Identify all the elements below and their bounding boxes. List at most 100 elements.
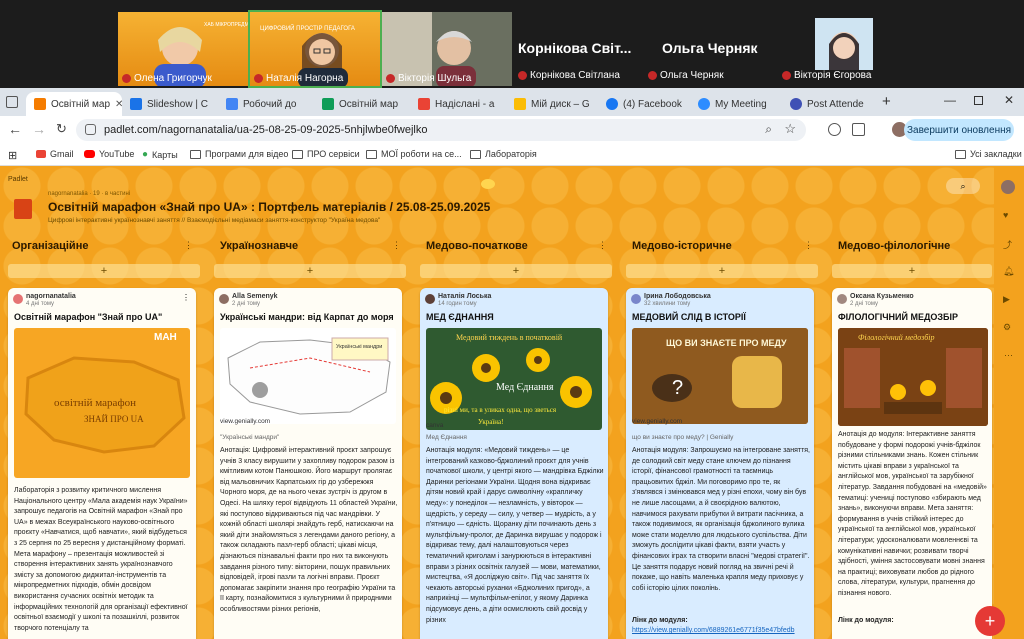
- video-conference-strip: ХАБ МІКРОПРЕДМЕТНОГО Олена Григорчук ЦИФ…: [0, 0, 1024, 88]
- post-card[interactable]: Наталія Лоська 14 годин тому МЕД ЄДНАННЯ…: [420, 288, 608, 639]
- bookmark-folder-services[interactable]: ПРО сервіси: [292, 149, 360, 159]
- avatar: [13, 294, 23, 304]
- play-favicon-icon: [130, 98, 142, 110]
- post-card[interactable]: Оксана Кузьменко 2 дні тому ФІЛОЛОГІЧНИЙ…: [832, 288, 992, 639]
- post-link[interactable]: view.genially.com: [220, 418, 270, 425]
- site-info-icon[interactable]: [85, 124, 96, 135]
- tab-search-icon[interactable]: [6, 96, 18, 108]
- post-image[interactable]: Медовий тиждень в початковій Мед Єднання…: [426, 328, 602, 430]
- close-icon[interactable]: ✕: [115, 99, 122, 110]
- new-tab-button[interactable]: +: [882, 93, 891, 110]
- heart-icon[interactable]: ♥: [1003, 210, 1008, 220]
- post-body: Анотація модуля: Запрошуємо на інтегрова…: [632, 447, 811, 592]
- minimize-button[interactable]: —: [944, 93, 956, 107]
- svg-text:освітній марафон: освітній марафон: [54, 397, 136, 409]
- update-button[interactable]: Завершити оновлення: [904, 119, 1014, 141]
- column-menu-icon[interactable]: ⋮: [392, 240, 401, 251]
- post-title: Освітній марафон "Знай про UA": [14, 312, 163, 322]
- settings-icon[interactable]: ⚙: [1003, 322, 1011, 333]
- folder-icon: [955, 149, 966, 159]
- post-image[interactable]: Українські мандри: [220, 328, 396, 424]
- svg-text:Українські мандри: Українські мандри: [336, 344, 382, 350]
- mic-off-icon: [254, 74, 263, 83]
- all-bookmarks[interactable]: Усі закладки: [955, 149, 1022, 159]
- forward-button[interactable]: →: [32, 121, 46, 137]
- post-card[interactable]: Alla Semenyk 2 дні тому Українські мандр…: [214, 288, 402, 639]
- tab-zoom[interactable]: My Meeting: [690, 92, 782, 116]
- apps-grid-icon[interactable]: ⊞: [8, 149, 17, 162]
- add-post-button[interactable]: +: [8, 264, 200, 278]
- column-title: Українознавче: [220, 240, 299, 252]
- participant-tile[interactable]: Вікторія Шульга: [382, 12, 512, 86]
- post-menu-icon[interactable]: ⋮: [182, 293, 190, 302]
- tab-sheet[interactable]: Освітній мар: [314, 92, 410, 116]
- browser-toolbar: ← → ↻ padlet.com/nagornanatalia/ua-25-08…: [0, 116, 1024, 144]
- svg-text:Філологічний медозбір: Філологічний медозбір: [858, 333, 935, 342]
- bookmark-folder-works[interactable]: МОЇ роботи на се...: [366, 149, 462, 159]
- tab-padlet[interactable]: Освітній мар ✕: [26, 92, 122, 116]
- post-title: МЕДОВИЙ СЛІД В ІСТОРІЇ: [632, 312, 746, 322]
- post-time: 4 дні тому: [26, 301, 55, 307]
- padlet-brand[interactable]: Padlet: [8, 176, 28, 183]
- post-title: МЕД ЄДНАННЯ: [426, 312, 494, 322]
- participant-name-large: Корнікова Світ...: [518, 40, 632, 56]
- address-bar[interactable]: padlet.com/nagornanatalia/ua-25-08-25-09…: [76, 119, 806, 141]
- more-icon[interactable]: ⋯: [1004, 350, 1013, 361]
- add-post-button[interactable]: +: [420, 264, 612, 278]
- column-menu-icon[interactable]: ⋮: [804, 240, 813, 251]
- post-link[interactable]: view.genially.com: [632, 418, 682, 425]
- post-title: ФІЛОЛОГІЧНИЙ МЕДОЗБІР: [838, 312, 958, 322]
- post-image[interactable]: освітній марафон ЗНАЙ ПРО UA MAH: [14, 328, 190, 478]
- bell-icon[interactable]: 🔔︎: [1003, 266, 1014, 277]
- extension-icon[interactable]: [828, 123, 841, 136]
- play-icon[interactable]: ▶: [1003, 294, 1010, 305]
- zoom-icon[interactable]: ⌕: [765, 122, 772, 137]
- padlet-side-rail: ♥ ⤴ 🔔︎ ▶ ⚙ ⋯: [994, 166, 1024, 639]
- post-card[interactable]: nagornanatalia 4 дні тому ⋮ Освітній мар…: [8, 288, 196, 639]
- tab-doc[interactable]: Робочий до: [218, 92, 314, 116]
- module-link[interactable]: https://view.genially.com/6889261e6771f3…: [632, 626, 810, 637]
- participant-tile-active[interactable]: ЦИФРОВИЙ ПРОСТІР ПЕДАГОГА Наталія Нагорн…: [248, 10, 382, 88]
- search-button[interactable]: ⌕: [946, 178, 980, 194]
- bookmark-folder-video[interactable]: Програми для відео: [190, 149, 288, 159]
- folder-icon: [190, 149, 201, 159]
- avatar: [219, 294, 229, 304]
- post-link[interactable]: canva: [426, 422, 443, 429]
- bookmark-youtube[interactable]: YouTube: [84, 149, 134, 159]
- column-title: Медово-історичне: [632, 240, 732, 252]
- tab-post-attendee[interactable]: Post Attende: [782, 92, 874, 116]
- post-body: Анотація до модуля: Інтерактивне заняття…: [838, 431, 987, 597]
- add-post-fab[interactable]: +: [975, 606, 1005, 636]
- reload-button[interactable]: ↻: [56, 121, 67, 137]
- tab-facebook[interactable]: (4) Facebook: [598, 92, 690, 116]
- add-post-button[interactable]: +: [832, 264, 992, 278]
- column-menu-icon[interactable]: ⋮: [184, 240, 193, 251]
- close-window-button[interactable]: ✕: [1004, 93, 1014, 107]
- tab-gmail[interactable]: Надіслані - а: [410, 92, 506, 116]
- post-image[interactable]: Філологічний медозбір: [838, 328, 988, 426]
- column-title: Медово-початкове: [426, 240, 528, 252]
- back-button[interactable]: ←: [8, 121, 22, 137]
- bookmark-maps[interactable]: ● Карты: [142, 149, 178, 160]
- post-card[interactable]: Ірина Лободовська 32 хвилини тому МЕДОВИ…: [626, 288, 814, 639]
- post-author: Наталія Лоська: [438, 293, 492, 300]
- add-post-button[interactable]: +: [214, 264, 406, 278]
- board-book-icon: [14, 199, 32, 219]
- bookmark-star-icon[interactable]: ☆: [784, 121, 796, 137]
- maximize-button[interactable]: [974, 96, 983, 105]
- tab-drive[interactable]: Мій диск – G: [506, 92, 598, 116]
- column-menu-icon[interactable]: ⋮: [598, 240, 607, 251]
- participant-tile[interactable]: ХАБ МІКРОПРЕДМЕТНОГО Олена Григорчук: [118, 12, 248, 86]
- user-avatar[interactable]: [1001, 180, 1015, 194]
- gmail-favicon-icon: [418, 98, 430, 110]
- bookmark-folder-lab[interactable]: Лабораторія: [470, 149, 537, 159]
- bookmark-gmail[interactable]: Gmail: [36, 149, 74, 159]
- post-image[interactable]: ЩО ВИ ЗНАЄТЕ ПРО МЕДУ ?: [632, 328, 808, 424]
- post-author: Ірина Лободовська: [644, 293, 711, 300]
- folder-icon: [366, 149, 377, 159]
- puzzle-extensions-icon[interactable]: [852, 123, 865, 136]
- tab-slideshow[interactable]: Slideshow | C: [122, 92, 218, 116]
- add-post-button[interactable]: +: [626, 264, 818, 278]
- share-icon[interactable]: ⤴: [1003, 238, 1012, 251]
- zoom-favicon-icon: [698, 98, 710, 110]
